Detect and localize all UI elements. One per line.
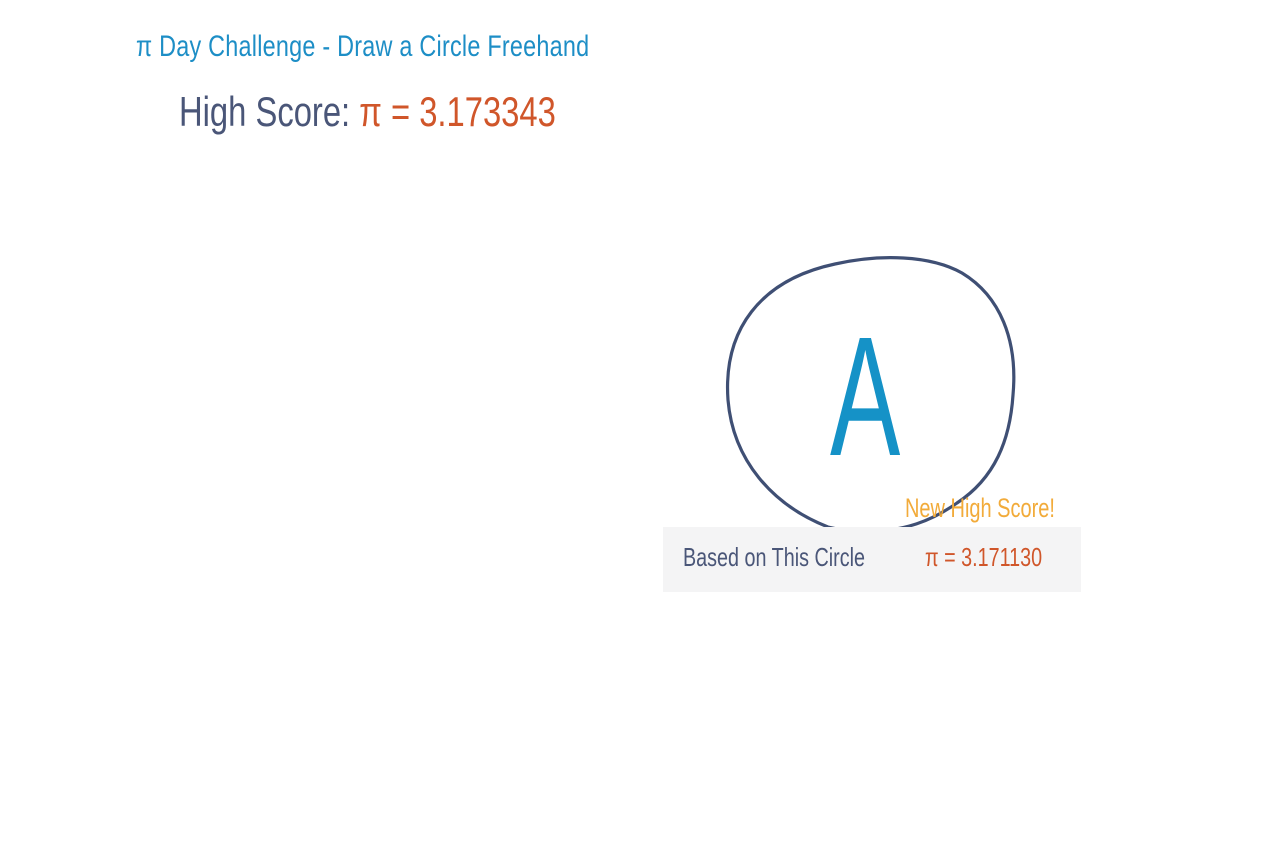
new-high-score-badge: New High Score! [905, 493, 1055, 523]
result-panel: Based on This Circle π = 3.171130 [663, 527, 1081, 592]
result-pi-value: π = 3.171130 [925, 542, 1043, 572]
drawing-canvas[interactable] [0, 0, 1280, 868]
grade-letter: A [830, 302, 901, 492]
result-label: Based on This Circle [683, 542, 865, 572]
